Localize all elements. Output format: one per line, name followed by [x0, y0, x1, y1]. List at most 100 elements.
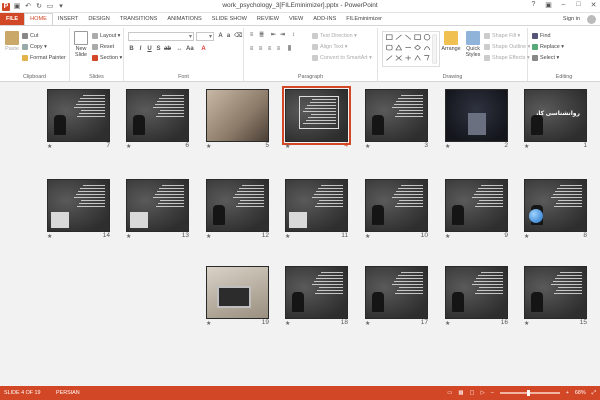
- ribbon-display-icon[interactable]: ▣: [544, 1, 553, 9]
- slide-thumbnail[interactable]: ★ 12: [206, 179, 269, 240]
- slide-thumbnail[interactable]: ★ 13: [126, 179, 189, 240]
- slide-thumbnail[interactable]: ★ 17: [365, 266, 428, 327]
- slide-preview[interactable]: [445, 266, 508, 319]
- slide-thumbnail[interactable]: ★ 2: [445, 89, 508, 150]
- minimize-icon[interactable]: –: [559, 1, 568, 9]
- slide-preview[interactable]: [47, 89, 110, 142]
- slide-thumbnail[interactable]: ★ 19: [206, 266, 269, 327]
- convert-smartart-button[interactable]: Convert to SmartArt ▾: [312, 54, 372, 62]
- transition-star-icon[interactable]: ★: [47, 233, 52, 240]
- line-spacing-icon[interactable]: ↕: [290, 32, 297, 39]
- transition-star-icon[interactable]: ★: [285, 233, 290, 240]
- language-indicator[interactable]: PERSIAN: [56, 386, 80, 400]
- normal-view-icon[interactable]: ▭: [447, 386, 452, 400]
- slide-preview[interactable]: [445, 89, 508, 142]
- shape-outline-button[interactable]: Shape Outline ▾: [484, 43, 530, 51]
- transition-star-icon[interactable]: ★: [365, 233, 370, 240]
- customize-qat-icon[interactable]: ▾: [57, 3, 65, 11]
- shape-effects-button[interactable]: Shape Effects ▾: [484, 54, 530, 62]
- tab-transitions[interactable]: TRANSITIONS: [115, 13, 163, 25]
- slide-thumbnail[interactable]: روانشناسی کار ★ 1: [524, 89, 587, 150]
- font-name-combo[interactable]: [128, 32, 194, 41]
- save-icon[interactable]: ▣: [13, 3, 21, 11]
- tab-review[interactable]: REVIEW: [252, 13, 284, 25]
- columns-icon[interactable]: ⫼: [286, 46, 293, 53]
- slide-preview[interactable]: [524, 266, 587, 319]
- slide-preview[interactable]: [126, 89, 189, 142]
- tab-animations[interactable]: ANIMATIONS: [162, 13, 206, 25]
- tab-insert[interactable]: INSERT: [53, 13, 83, 25]
- slide-thumbnail[interactable]: ★ 11: [285, 179, 348, 240]
- slide-thumbnail[interactable]: ★ 15: [524, 266, 587, 327]
- paste-button[interactable]: Paste: [3, 31, 21, 52]
- tab-slide-show[interactable]: SLIDE SHOW: [207, 13, 252, 25]
- text-direction-button[interactable]: Text Direction ▾: [312, 32, 357, 40]
- format-painter-button[interactable]: Format Painter: [22, 54, 66, 62]
- new-slide-button[interactable]: New Slide: [72, 31, 90, 58]
- sign-in-link[interactable]: Sign in: [563, 13, 580, 25]
- find-button[interactable]: Find: [532, 32, 551, 40]
- copy-button[interactable]: Copy ▾: [22, 43, 47, 51]
- slide-thumbnail[interactable]: ★ 8: [524, 179, 587, 240]
- slide-thumbnail[interactable]: ★ 7: [47, 89, 110, 150]
- transition-star-icon[interactable]: ★: [445, 320, 450, 327]
- character-spacing-icon[interactable]: ↔: [176, 46, 183, 53]
- decrease-font-icon[interactable]: a: [225, 33, 232, 40]
- slide-preview[interactable]: [126, 179, 189, 232]
- font-color-icon[interactable]: A: [200, 46, 207, 53]
- slide-thumbnail[interactable]: ★ 4: [282, 86, 351, 150]
- bold-icon[interactable]: B: [128, 46, 135, 53]
- transition-star-icon[interactable]: ★: [445, 143, 450, 150]
- slide-sorter-view-icon[interactable]: ▦: [458, 386, 463, 400]
- reset-button[interactable]: Reset: [92, 43, 114, 51]
- slide-preview[interactable]: [285, 266, 348, 319]
- transition-star-icon[interactable]: ★: [285, 320, 290, 327]
- numbering-icon[interactable]: ≣: [258, 32, 265, 39]
- strikethrough-icon[interactable]: ab: [164, 46, 171, 53]
- slide-preview[interactable]: [206, 179, 269, 232]
- slide-thumbnail[interactable]: ★ 10: [365, 179, 428, 240]
- slide-thumbnail[interactable]: ★ 14: [47, 179, 110, 240]
- bullets-icon[interactable]: ≡: [248, 32, 255, 39]
- slide-preview[interactable]: روانشناسی کار: [524, 89, 587, 142]
- powerpoint-logo-icon[interactable]: P: [2, 2, 10, 11]
- font-size-combo[interactable]: [196, 32, 214, 41]
- transition-star-icon[interactable]: ★: [365, 320, 370, 327]
- layout-button[interactable]: Layout ▾: [92, 32, 120, 40]
- change-case-icon[interactable]: Aa: [186, 46, 194, 53]
- transition-star-icon[interactable]: ★: [365, 143, 370, 150]
- redo-icon[interactable]: ↻: [35, 3, 43, 11]
- arrange-button[interactable]: Arrange: [441, 31, 461, 52]
- maximize-icon[interactable]: □: [574, 1, 583, 9]
- shape-fill-button[interactable]: Shape Fill ▾: [484, 32, 520, 40]
- slide-thumbnail[interactable]: ★ 6: [126, 89, 189, 150]
- slide-preview[interactable]: [206, 266, 269, 319]
- increase-font-icon[interactable]: A: [217, 33, 224, 40]
- tab-fileminimizer[interactable]: FILEminimizer: [341, 13, 387, 25]
- tab-view[interactable]: VIEW: [284, 13, 308, 25]
- help-icon[interactable]: ?: [529, 1, 538, 9]
- align-center-icon[interactable]: ≡: [257, 46, 264, 53]
- quick-styles-button[interactable]: Quick Styles: [463, 31, 483, 58]
- zoom-in-icon[interactable]: +: [566, 386, 569, 400]
- slideshow-view-icon[interactable]: ▷: [481, 386, 485, 400]
- start-slideshow-icon[interactable]: ▭: [46, 3, 54, 11]
- decrease-indent-icon[interactable]: ⇤: [270, 32, 277, 39]
- slide-thumbnail[interactable]: ★ 3: [365, 89, 428, 150]
- underline-icon[interactable]: U: [146, 46, 153, 53]
- align-left-icon[interactable]: ≡: [248, 46, 255, 53]
- slide-thumbnail[interactable]: ★ 5: [206, 89, 269, 150]
- reading-view-icon[interactable]: ▢: [469, 386, 474, 400]
- transition-star-icon[interactable]: ★: [206, 143, 211, 150]
- transition-star-icon[interactable]: ★: [47, 143, 52, 150]
- slide-preview[interactable]: [282, 86, 351, 145]
- slide-thumbnail[interactable]: ★ 16: [445, 266, 508, 327]
- transition-star-icon[interactable]: ★: [126, 233, 131, 240]
- tab-file[interactable]: FILE: [0, 13, 25, 25]
- align-text-button[interactable]: Align Text ▾: [312, 43, 348, 51]
- zoom-level[interactable]: 68%: [575, 386, 586, 400]
- clear-formatting-icon[interactable]: ⌫: [234, 33, 242, 40]
- select-button[interactable]: Select ▾: [532, 54, 559, 62]
- slide-thumbnail[interactable]: ★ 9: [445, 179, 508, 240]
- replace-button[interactable]: Replace ▾: [532, 43, 564, 51]
